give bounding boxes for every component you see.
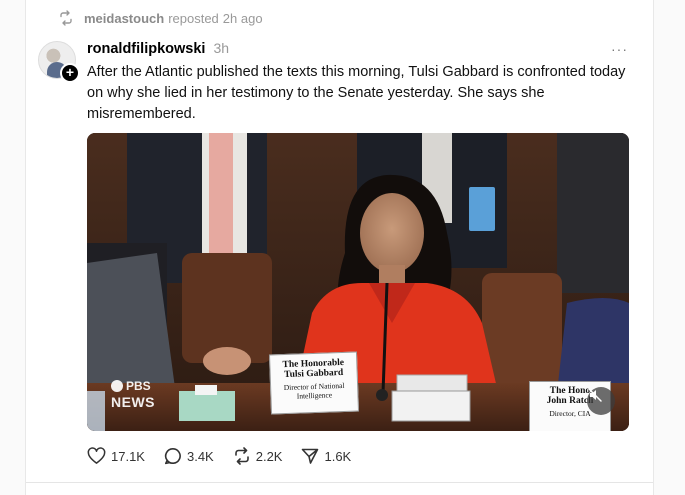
- page: meidastouch reposted 2h ago + ronaldfili…: [0, 0, 685, 495]
- post-text: After the Atlantic published the texts t…: [87, 64, 626, 122]
- repost-time: 2h ago: [222, 10, 263, 26]
- repost-button[interactable]: 2.2K: [233, 447, 283, 465]
- post-divider: [26, 482, 653, 483]
- pbs-logo-icon: [111, 380, 123, 392]
- post-timestamp[interactable]: 3h: [213, 40, 229, 56]
- author-row: ronaldfilipkowski 3h: [87, 40, 229, 58]
- repost-count: 2.2K: [255, 448, 283, 464]
- follow-plus-icon[interactable]: +: [60, 63, 80, 83]
- post-card: meidastouch reposted 2h ago + ronaldfili…: [25, 0, 654, 495]
- pbs-news-watermark: PBS NEWS: [111, 379, 155, 410]
- post-video[interactable]: The Honorable Tulsi Gabbard Director of …: [87, 133, 629, 431]
- reply-button[interactable]: 3.4K: [164, 447, 214, 465]
- mute-button[interactable]: [587, 387, 615, 415]
- heart-icon: [87, 447, 111, 465]
- reply-count: 3.4K: [186, 448, 214, 464]
- nameplate-gabbard: The Honorable Tulsi Gabbard Director of …: [268, 351, 360, 415]
- action-bar: 17.1K 3.4K 2.2K 1.6K: [87, 445, 370, 467]
- watermark-top: PBS: [126, 379, 151, 393]
- watermark-bottom: NEWS: [111, 394, 155, 410]
- share-count: 1.6K: [324, 448, 352, 464]
- repost-label: reposted: [168, 10, 219, 26]
- comment-icon: [164, 447, 187, 465]
- author-name[interactable]: ronaldfilipkowski: [87, 41, 205, 57]
- repost-icon: [58, 10, 74, 26]
- repost-username[interactable]: meidastouch: [84, 11, 164, 26]
- more-options-icon[interactable]: ···: [611, 42, 628, 56]
- nameplate-name: Tulsi Gabbard: [283, 367, 344, 381]
- send-icon: [301, 447, 324, 465]
- share-button[interactable]: 1.6K: [301, 447, 351, 465]
- like-count: 17.1K: [111, 448, 145, 464]
- repost-header: meidastouch reposted 2h ago: [58, 9, 263, 27]
- author-avatar-wrap[interactable]: +: [38, 41, 80, 83]
- repost-icon: [233, 447, 256, 465]
- like-button[interactable]: 17.1K: [87, 447, 145, 465]
- nameplate-title: Director of National Intelligence: [283, 380, 345, 401]
